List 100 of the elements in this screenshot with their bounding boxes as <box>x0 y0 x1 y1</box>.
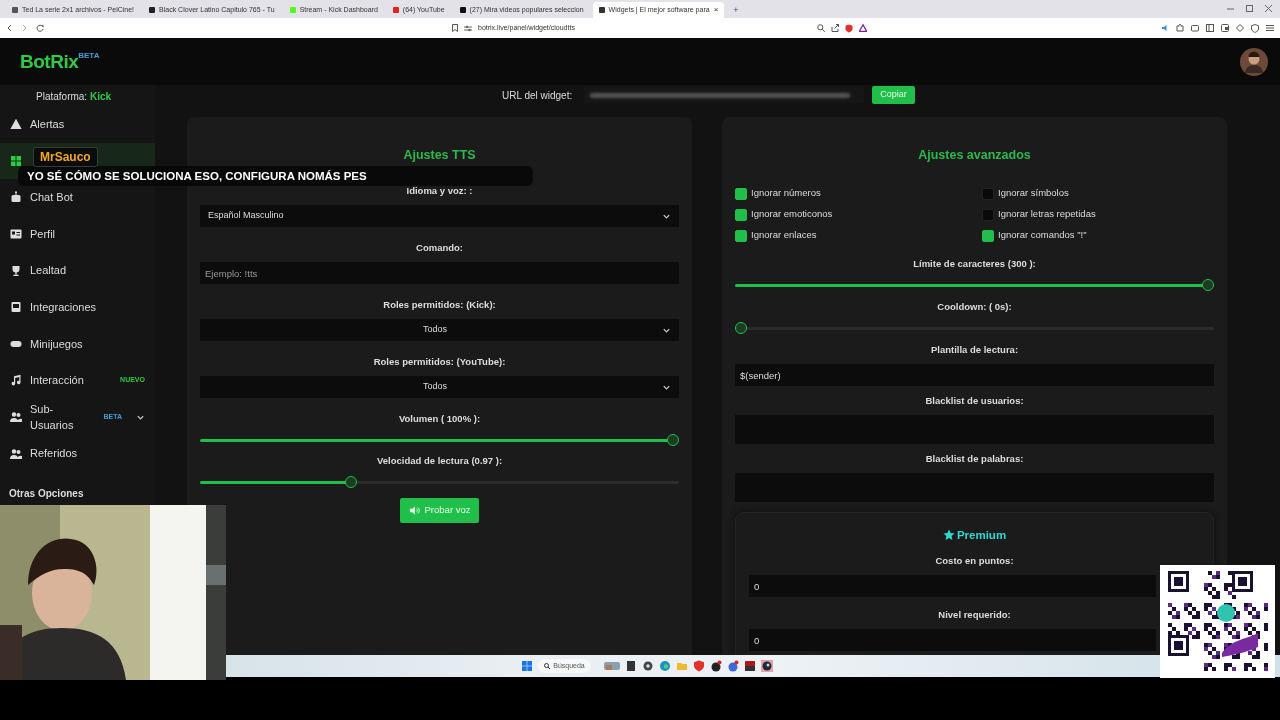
monitor-icon <box>10 301 22 314</box>
site-icon <box>459 7 466 13</box>
reload-icon[interactable] <box>36 24 44 32</box>
window-icon[interactable] <box>1221 24 1229 32</box>
sidebar-item[interactable]: Minijuegos <box>0 325 155 363</box>
logo[interactable]: BotRix$^{BETA}$ <box>20 50 100 73</box>
text-field[interactable]: $(sender) <box>735 364 1214 386</box>
field-label: Costo en puntos: <box>934 554 1015 568</box>
settings-icon[interactable] <box>464 24 472 32</box>
dropdown[interactable]: Español Masculino <box>200 205 679 227</box>
sidebar-item[interactable]: Alertas <box>0 106 155 143</box>
shield-icon[interactable] <box>692 660 705 672</box>
checkbox[interactable] <box>982 208 994 221</box>
robot-icon <box>10 191 22 204</box>
shield-icon[interactable] <box>844 23 853 33</box>
field-label: Roles permitidos: (YouTube): <box>372 355 507 369</box>
site-icon <box>392 7 399 13</box>
id-card-icon <box>10 228 22 241</box>
checkbox-label: Ignorar letras repetidas <box>998 207 1096 222</box>
site-icon <box>12 7 18 13</box>
field-label: URL del widget: <box>502 88 573 103</box>
field-label: Límite de caracteres (300 ): <box>912 257 1037 271</box>
circle-app-icon[interactable] <box>709 660 722 672</box>
puzzle-icon[interactable] <box>1176 24 1184 32</box>
checkbox[interactable] <box>735 229 747 242</box>
triangle-icon[interactable] <box>858 24 867 32</box>
speaker-icon <box>408 505 420 516</box>
steam-icon[interactable] <box>760 660 773 672</box>
avatar[interactable] <box>1240 47 1268 76</box>
chat-message-toast: YO SÉ CÓMO SE SOLUCIONA ESO, CONFIGURA NOMÁS PES <box>18 166 533 186</box>
chat-icon[interactable] <box>726 660 739 672</box>
field-label: Nivel requerido: <box>937 608 1012 622</box>
field-label: Volumen ( 100% ): <box>397 412 482 426</box>
zoom-icon[interactable] <box>816 24 825 32</box>
back-icon[interactable] <box>6 24 13 32</box>
game-icon[interactable] <box>743 660 756 672</box>
shield-icon[interactable] <box>1251 23 1259 33</box>
new-tab-button[interactable]: + <box>727 2 745 18</box>
sidebar-item[interactable]: Referidos <box>0 435 155 472</box>
slider[interactable] <box>735 278 1214 292</box>
warning-icon <box>10 118 22 131</box>
checkbox-label: Ignorar comandos "!" <box>998 228 1087 243</box>
field-label: Blacklist de usuarios: <box>924 394 1025 408</box>
checkbox[interactable] <box>982 187 994 200</box>
text-field[interactable]: 0 <box>749 629 1156 651</box>
text-field[interactable]: 0 <box>749 575 1156 597</box>
checkbox-label: Ignorar números <box>751 186 821 201</box>
windows-icon[interactable] <box>521 660 534 672</box>
file-icon[interactable] <box>624 660 637 672</box>
trophy-icon <box>10 264 22 277</box>
checkbox[interactable] <box>735 208 747 221</box>
menu-icon[interactable] <box>1266 24 1274 32</box>
card-title: Ajustes TTS <box>402 147 477 163</box>
share-icon[interactable] <box>830 24 839 32</box>
checkbox-label: Ignorar enlaces <box>751 228 817 243</box>
checkbox[interactable] <box>982 229 994 242</box>
url-field[interactable] <box>584 87 865 103</box>
site-icon <box>289 7 296 13</box>
text-field[interactable]: Ejemplo: !tts <box>200 262 679 284</box>
bookmark-icon[interactable] <box>452 24 458 32</box>
sidebar-item[interactable]: Integraciones <box>0 288 155 326</box>
music-note-icon <box>10 374 22 387</box>
premium-title: Premium <box>749 527 1200 543</box>
gear-icon[interactable] <box>641 660 654 672</box>
slider-thumb[interactable] <box>735 322 747 334</box>
grid-icon <box>10 154 22 167</box>
sidebar-item[interactable]: Lealtad <box>0 252 155 289</box>
close-icon[interactable] <box>1265 5 1272 12</box>
slider[interactable] <box>200 475 679 489</box>
platform-label: Plataforma: Kick <box>35 90 113 104</box>
field-label: Plantilla de lectura: <box>929 343 1020 357</box>
checkbox-label: Ignorar emoticonos <box>751 207 833 222</box>
slider-thumb[interactable] <box>667 434 679 446</box>
slider[interactable] <box>200 433 679 447</box>
slider-thumb[interactable] <box>1202 279 1214 291</box>
search-icon <box>544 663 551 669</box>
users-icon <box>10 411 22 424</box>
speaker-icon[interactable] <box>1161 24 1169 32</box>
section-heading: Otras Opciones <box>8 486 85 501</box>
field-label: Idioma y voz: : <box>405 184 474 198</box>
field-label: Cooldown: ( 0s): <box>936 300 1013 314</box>
star-icon <box>942 529 955 541</box>
dropdown[interactable]: Todos <box>200 319 679 341</box>
sidebar-item[interactable]: Perfil <box>0 215 155 253</box>
sidebar-icon[interactable] <box>1206 24 1214 32</box>
chat-username-toast: MrSauco <box>33 147 98 167</box>
wallet-icon[interactable] <box>1191 24 1199 32</box>
field-label: Comando: <box>415 241 464 255</box>
dropdown[interactable]: Todos <box>200 376 679 398</box>
field-label: Roles permitidos: (Kick): <box>382 298 497 312</box>
users-icon <box>10 447 22 460</box>
slider[interactable] <box>735 321 1214 335</box>
checkbox[interactable] <box>735 187 747 200</box>
field-label: Velocidad de lectura (0.97 ): <box>375 454 504 468</box>
site-icon <box>149 7 156 13</box>
field-label: Blacklist de palabras: <box>924 452 1025 466</box>
maximize-icon[interactable] <box>1246 5 1253 12</box>
browser-icon[interactable] <box>658 660 671 672</box>
site-icon <box>598 7 605 13</box>
slider-thumb[interactable] <box>344 476 357 488</box>
